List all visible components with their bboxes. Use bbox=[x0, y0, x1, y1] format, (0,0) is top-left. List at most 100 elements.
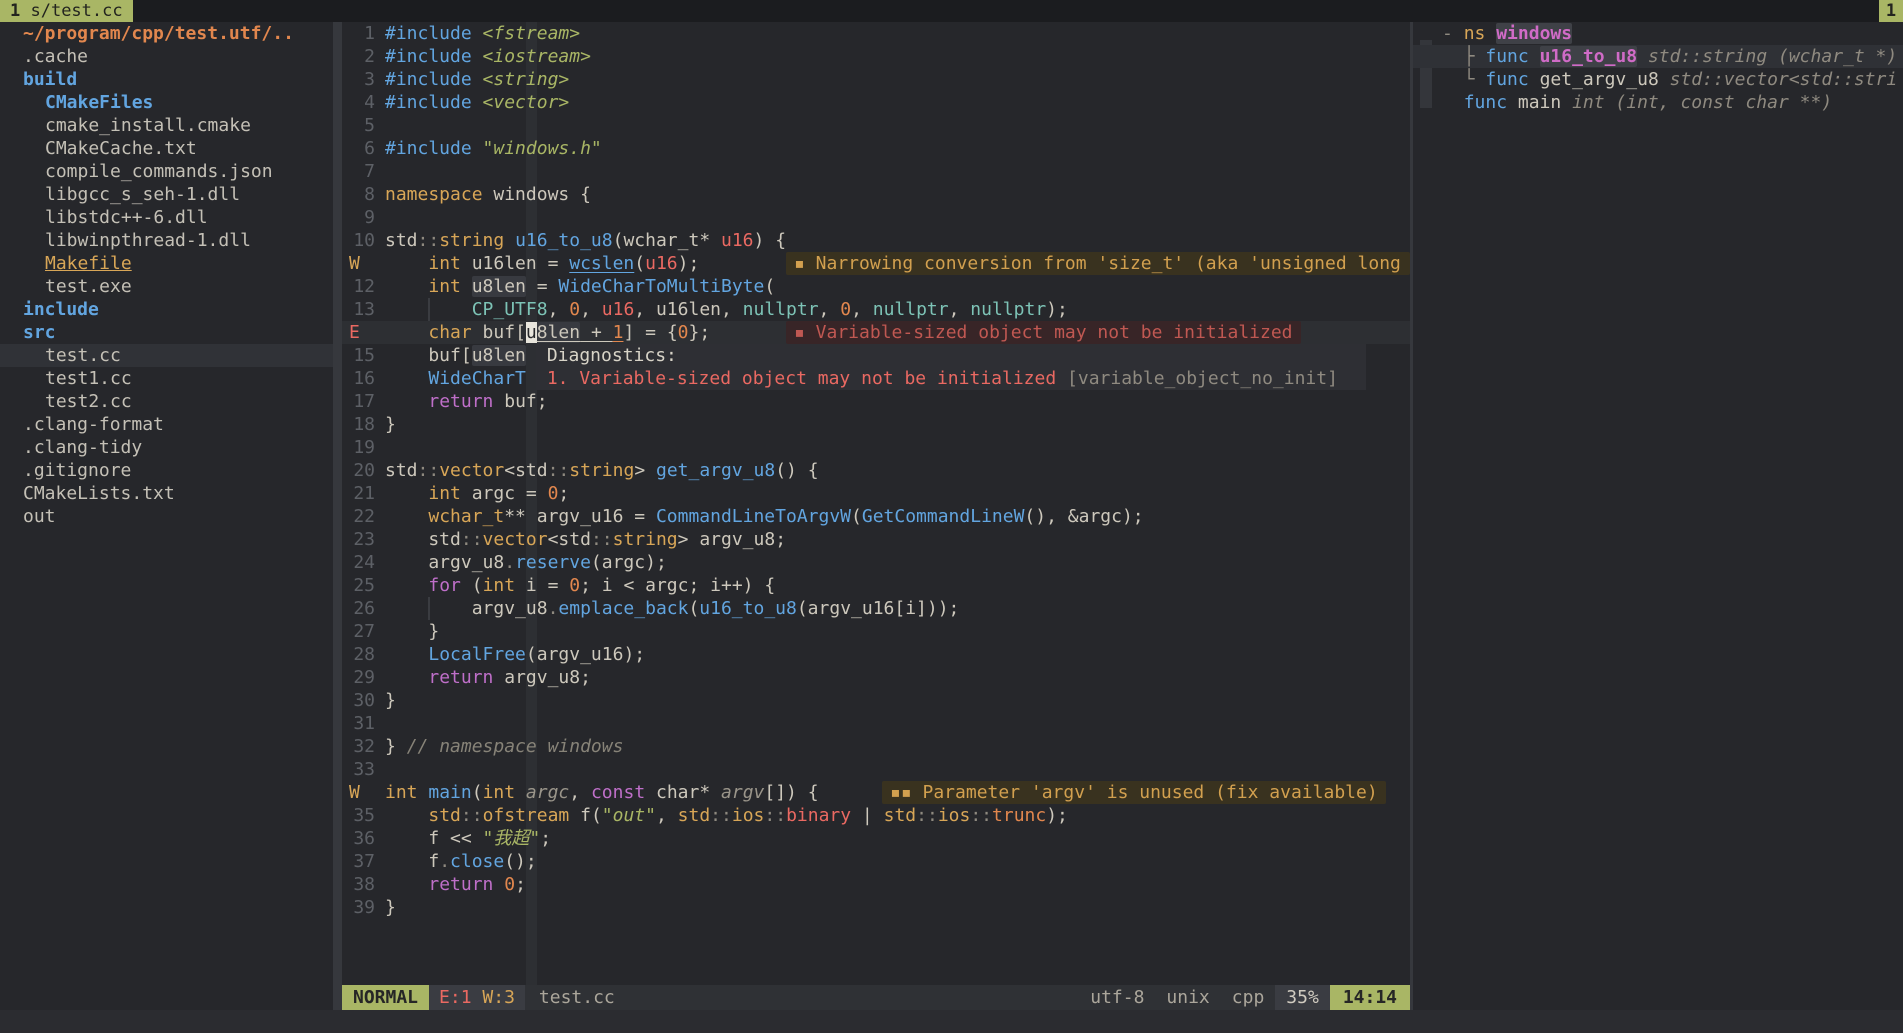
code-token: ** argv_u16 = bbox=[504, 506, 656, 527]
code-token: int bbox=[483, 782, 516, 803]
code-line-7[interactable]: 7 bbox=[342, 160, 1410, 183]
code-line-14[interactable]: E char buf[u8len + 1] = {0};▪ Variable-s… bbox=[342, 321, 1410, 344]
code-line-27[interactable]: 27 } bbox=[342, 620, 1410, 643]
diagnostics-summary: E:1 W:3 bbox=[429, 985, 525, 1010]
code-line-25[interactable]: 25 for (int i = 0; i < argc; i++) { bbox=[342, 574, 1410, 597]
code-line-12[interactable]: 12 int u8len = WideCharToMultiByte( bbox=[342, 275, 1410, 298]
outline-symbol-row[interactable]: ├ func u16_to_u8 std::string (wchar_t *) bbox=[1413, 45, 1903, 68]
code-token: #include bbox=[385, 46, 483, 67]
code-line-2[interactable]: 2#include <iostream> bbox=[342, 45, 1410, 68]
command-line[interactable] bbox=[0, 1010, 1903, 1033]
code-line-text: } bbox=[385, 689, 396, 712]
code-token: | bbox=[851, 805, 884, 826]
tree-item-makefile[interactable]: Makefile bbox=[0, 252, 333, 275]
code-line-6[interactable]: 6#include "windows.h" bbox=[342, 137, 1410, 160]
tree-item-cmakelists-txt[interactable]: CMakeLists.txt bbox=[0, 482, 333, 505]
code-editor[interactable]: Diagnostics: 1. Variable-sized object ma… bbox=[342, 22, 1410, 985]
window-separator-left[interactable] bbox=[333, 22, 342, 1010]
code-token: main bbox=[428, 782, 471, 803]
line-number: 35 bbox=[342, 804, 375, 827]
code-token: (argv_u16); bbox=[526, 644, 645, 665]
tree-item-compile-commands-json[interactable]: compile_commands.json bbox=[0, 160, 333, 183]
code-line-36[interactable]: 36 f << "我超"; bbox=[342, 827, 1410, 850]
code-line-23[interactable]: 23 std::vector<std::string> argv_u8; bbox=[342, 528, 1410, 551]
code-token bbox=[385, 506, 428, 527]
code-line-24[interactable]: 24 argv_u8.reserve(argc); bbox=[342, 551, 1410, 574]
tree-item--program-cpp-test-utf-[interactable]: ~/program/cpp/test.utf/.. bbox=[0, 22, 333, 45]
tree-item-build[interactable]: build bbox=[0, 68, 333, 91]
tree-item-test2-cc[interactable]: test2.cc bbox=[0, 390, 333, 413]
code-line-35[interactable]: 35 std::ofstream f("out", std::ios::bina… bbox=[342, 804, 1410, 827]
code-token: vector bbox=[483, 529, 548, 550]
tree-item-test-cc[interactable]: test.cc bbox=[0, 344, 333, 367]
line-number: 16 bbox=[342, 367, 375, 390]
code-line-17[interactable]: 17 return buf; bbox=[342, 390, 1410, 413]
tree-item-cmake-install-cmake[interactable]: cmake_install.cmake bbox=[0, 114, 333, 137]
code-line-13[interactable]: 13 CP_UTF8, 0, u16, u16len, nullptr, 0, … bbox=[342, 298, 1410, 321]
tree-item-label: ~/program/cpp/test.utf/.. bbox=[0, 22, 294, 45]
warning-count: W:3 bbox=[482, 987, 515, 1008]
code-line-20[interactable]: 20std::vector<std::string> get_argv_u8()… bbox=[342, 459, 1410, 482]
tree-item-test1-cc[interactable]: test1.cc bbox=[0, 367, 333, 390]
code-line-19[interactable]: 19 bbox=[342, 436, 1410, 459]
code-line-21[interactable]: 21 int argc = 0; bbox=[342, 482, 1410, 505]
tree-item-cmakecache-txt[interactable]: CMakeCache.txt bbox=[0, 137, 333, 160]
code-token: char* bbox=[645, 782, 721, 803]
code-line-28[interactable]: 28 LocalFree(argv_u16); bbox=[342, 643, 1410, 666]
tree-item--clang-format[interactable]: .clang-format bbox=[0, 413, 333, 436]
line-number: 28 bbox=[342, 643, 375, 666]
code-line-26[interactable]: 26 argv_u8.emplace_back(u16_to_u8(argv_u… bbox=[342, 597, 1410, 620]
tree-item-out[interactable]: out bbox=[0, 505, 333, 528]
tab-current[interactable]: 1 s/test.cc bbox=[0, 0, 133, 22]
tree-item--gitignore[interactable]: .gitignore bbox=[0, 459, 333, 482]
code-line-3[interactable]: 3#include <string> bbox=[342, 68, 1410, 91]
code-token: , bbox=[569, 782, 591, 803]
outline-symbol-row[interactable]: - ns windows bbox=[1413, 22, 1903, 45]
tree-item-label: libstdc++-6.dll bbox=[0, 206, 208, 229]
line-number: 2 bbox=[342, 45, 375, 68]
code-token: u16_to_u8 bbox=[515, 230, 613, 251]
code-line-10[interactable]: 10std::string u16_to_u8(wchar_t* u16) { bbox=[342, 229, 1410, 252]
code-line-34[interactable]: Wint main(int argc, const char* argv[]) … bbox=[342, 781, 1410, 804]
code-line-22[interactable]: 22 wchar_t** argv_u16 = CommandLineToArg… bbox=[342, 505, 1410, 528]
tree-item--cache[interactable]: .cache bbox=[0, 45, 333, 68]
tree-item--clang-tidy[interactable]: .clang-tidy bbox=[0, 436, 333, 459]
code-line-1[interactable]: 1#include <fstream> bbox=[342, 22, 1410, 45]
code-line-37[interactable]: 37 f.close(); bbox=[342, 850, 1410, 873]
code-line-4[interactable]: 4#include <vector> bbox=[342, 91, 1410, 114]
statusline-filename: test.cc bbox=[525, 985, 1079, 1010]
code-line-32[interactable]: 32} // namespace windows bbox=[342, 735, 1410, 758]
code-line-8[interactable]: 8namespace windows { bbox=[342, 183, 1410, 206]
code-token: . bbox=[504, 552, 515, 573]
code-line-18[interactable]: 18} bbox=[342, 413, 1410, 436]
tree-item-libwinpthread-1-dll[interactable]: libwinpthread-1.dll bbox=[0, 229, 333, 252]
code-line-11[interactable]: W int u16len = wcslen(u16);▪ Narrowing c… bbox=[342, 252, 1410, 275]
code-token: std bbox=[385, 529, 461, 550]
tree-item-include[interactable]: include bbox=[0, 298, 333, 321]
code-token: u16 bbox=[721, 230, 754, 251]
code-line-29[interactable]: 29 return argv_u8; bbox=[342, 666, 1410, 689]
diagnostic-sign-w: W bbox=[349, 781, 360, 804]
code-token: <std bbox=[548, 529, 591, 550]
tree-item-cmakefiles[interactable]: CMakeFiles bbox=[0, 91, 333, 114]
code-token: = bbox=[526, 276, 559, 297]
tree-item-test-exe[interactable]: test.exe bbox=[0, 275, 333, 298]
outline-symbol-row[interactable]: └ func get_argv_u8 std::vector<std::stri bbox=[1413, 68, 1903, 91]
tree-item-label: cmake_install.cmake bbox=[0, 114, 251, 137]
outline-symbol-row[interactable]: func main int (int, const char **) bbox=[1413, 91, 1903, 114]
code-line-31[interactable]: 31 bbox=[342, 712, 1410, 735]
code-line-9[interactable]: 9 bbox=[342, 206, 1410, 229]
code-token: :: bbox=[461, 529, 483, 550]
tree-item-libgcc-s-seh-1-dll[interactable]: libgcc_s_seh-1.dll bbox=[0, 183, 333, 206]
code-line-5[interactable]: 5 bbox=[342, 114, 1410, 137]
editor-screen: 1 s/test.cc 1 ~/program/cpp/test.utf/...… bbox=[0, 0, 1903, 1033]
tree-item-libstdc-6-dll[interactable]: libstdc++-6.dll bbox=[0, 206, 333, 229]
code-token: string bbox=[439, 230, 504, 251]
code-token: :: bbox=[461, 805, 483, 826]
code-line-30[interactable]: 30} bbox=[342, 689, 1410, 712]
code-token: u16_to_u8 bbox=[699, 598, 797, 619]
code-line-33[interactable]: 33 bbox=[342, 758, 1410, 781]
code-line-39[interactable]: 39} bbox=[342, 896, 1410, 919]
tree-item-src[interactable]: src bbox=[0, 321, 333, 344]
code-line-38[interactable]: 38 return 0; bbox=[342, 873, 1410, 896]
